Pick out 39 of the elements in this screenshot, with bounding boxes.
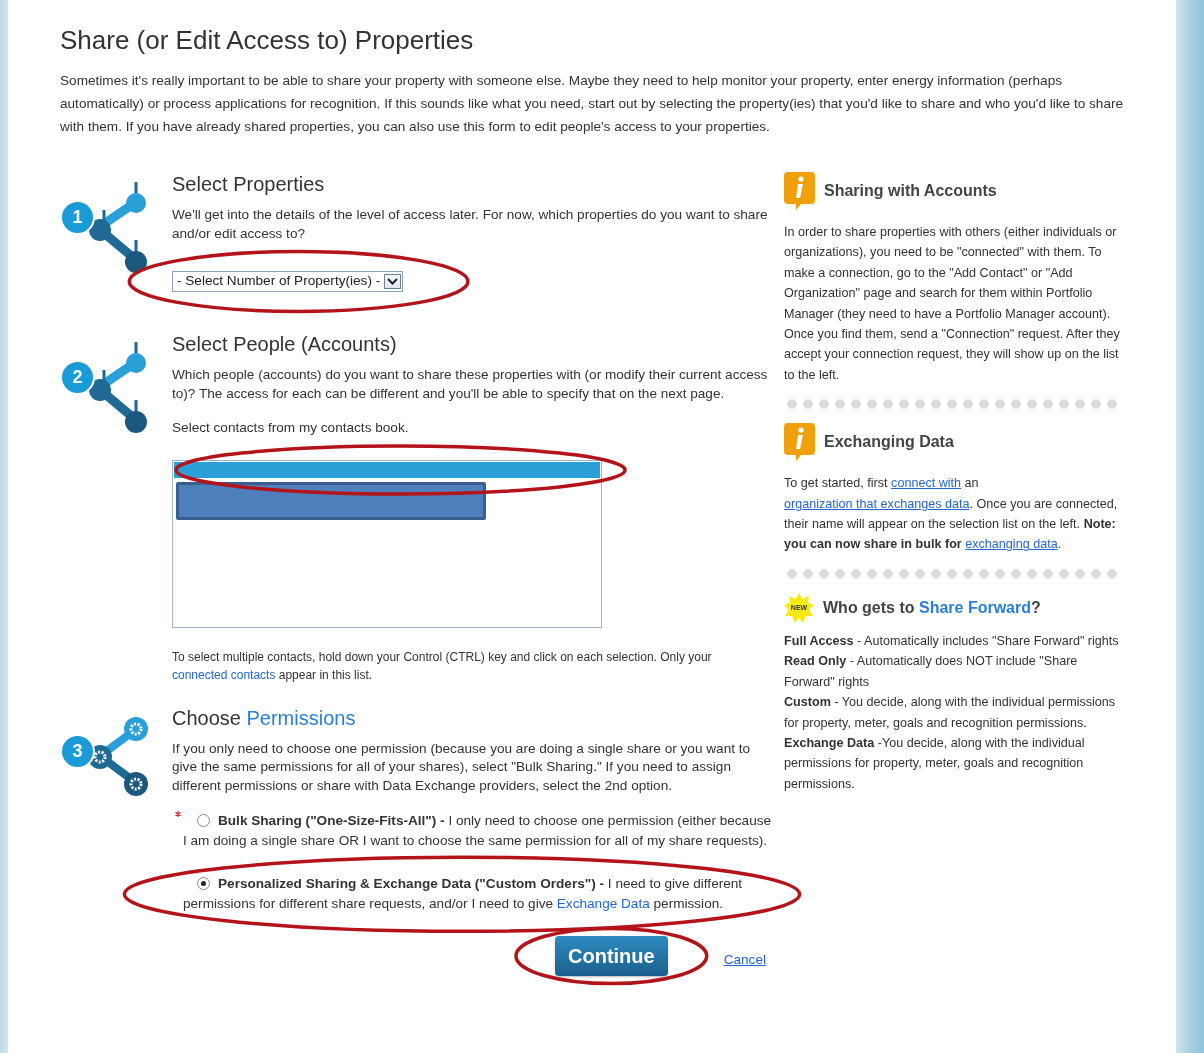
cancel-link[interactable]: Cancel xyxy=(723,951,766,967)
step-number: 3 xyxy=(60,733,95,769)
info-text: In order to share properties with others (either individuals or organizations), you need to be "connected" with them. To make a connection, go to the "Add Contact" or "Add Organization" page and search for them within Portfolio Manager (they need to have a Portfolio Manager account). Once you find them, send a "Connection" request. After they accept your connection request, they will show up on the list to the left. xyxy=(784,224,1121,384)
info-icon xyxy=(784,423,815,462)
step-heading: Select People (Accounts) xyxy=(172,332,398,356)
section-heading: Who gets to Share Forward? xyxy=(823,597,1041,618)
link[interactable]: organization that exchanges data xyxy=(784,496,970,511)
info-text: To get started, first connect with an organization that exchanges data. Once you are connected, their name will appear on the selection list on the left. Note: you can now share in bulk for exchanging data. xyxy=(784,475,1119,554)
step-number: 2 xyxy=(60,360,95,395)
step-description: If you only need to choose one permission (because you are doing a single share or you want to give the same permissions for all of your shares), select "Bulk Sharing." If you need to assign different permissions or share with Data Exchange providers, select the 2nd option. xyxy=(172,739,752,795)
info-text: Custom - You decide, along with the individual permissions for property, meter, goals and recognition permissions. xyxy=(784,694,1117,732)
radio-button[interactable] xyxy=(197,876,210,890)
continue-button[interactable]: Continue xyxy=(555,936,668,977)
section-heading: Sharing with Accounts xyxy=(824,180,997,201)
link[interactable]: Exchange Data xyxy=(556,895,650,911)
step-heading: Select Properties xyxy=(172,172,326,196)
link[interactable]: connected contacts xyxy=(172,667,276,682)
caret-icon xyxy=(384,274,402,289)
property-dropdown[interactable]: - Select Number of Property(ies) - xyxy=(172,271,404,292)
step-heading: Choose Permissions xyxy=(172,705,357,730)
option-text: Personalized Sharing & Exchange Data ("Custom Orders") - I need to give different permissions for different share requests, and/or I need to give Exchange Data permission. xyxy=(183,874,744,913)
hint-text: To select multiple contacts, hold down your Control (CTRL) key and click on each selection. Only your connected contacts appear in this list. xyxy=(172,648,713,684)
step-number: 1 xyxy=(60,200,95,235)
step-description: We'll get into the details of the level of access later. For now, which properties do you want to share and/or edit access to? xyxy=(172,206,769,243)
info-text: Read Only - Automatically does NOT include "Share Forward" rights xyxy=(784,653,1079,691)
list-row[interactable] xyxy=(174,461,600,478)
step-description: Which people (accounts) do you want to share these properties with (or modify their current access to)? The access for each can be different and you'll be able to specify that on the next page. xyxy=(172,366,769,403)
info-text: Full Access - Automatically includes "Share Forward" rights xyxy=(784,632,1120,650)
contacts-list[interactable] xyxy=(172,459,602,628)
section-heading: Exchanging Data xyxy=(824,432,954,453)
page-title: Share (or Edit Access to) Properties xyxy=(60,24,475,56)
info-icon xyxy=(784,172,815,210)
list-label: Select contacts from my contacts book. xyxy=(172,419,410,437)
link[interactable]: connect with xyxy=(891,476,962,491)
radio-button[interactable] xyxy=(197,814,210,827)
link[interactable]: exchanging data xyxy=(965,537,1058,552)
option-text: Bulk Sharing ("One-Size-Fits-All") - I only need to choose one permission (either because I am doing a single share OR I want to choose the same permission for all of my share requests). xyxy=(183,811,772,852)
intro-text: Sometimes it's really important to be able to share your property with someone else. Maybe they need to help monitor your property, enter energy information (perhaps automatically) or process applications for recognition. If this sounds like what you need, start out by selecting the property(ies) that you'd like to share and who you'd like to share with them. If you have already shared properties, you can also use this form to edit people's access to your properties. xyxy=(60,72,1124,136)
info-text: Exchange Data -You decide, along with the individual permissions for property, meter, goals and recognition permissions. xyxy=(784,734,1086,793)
